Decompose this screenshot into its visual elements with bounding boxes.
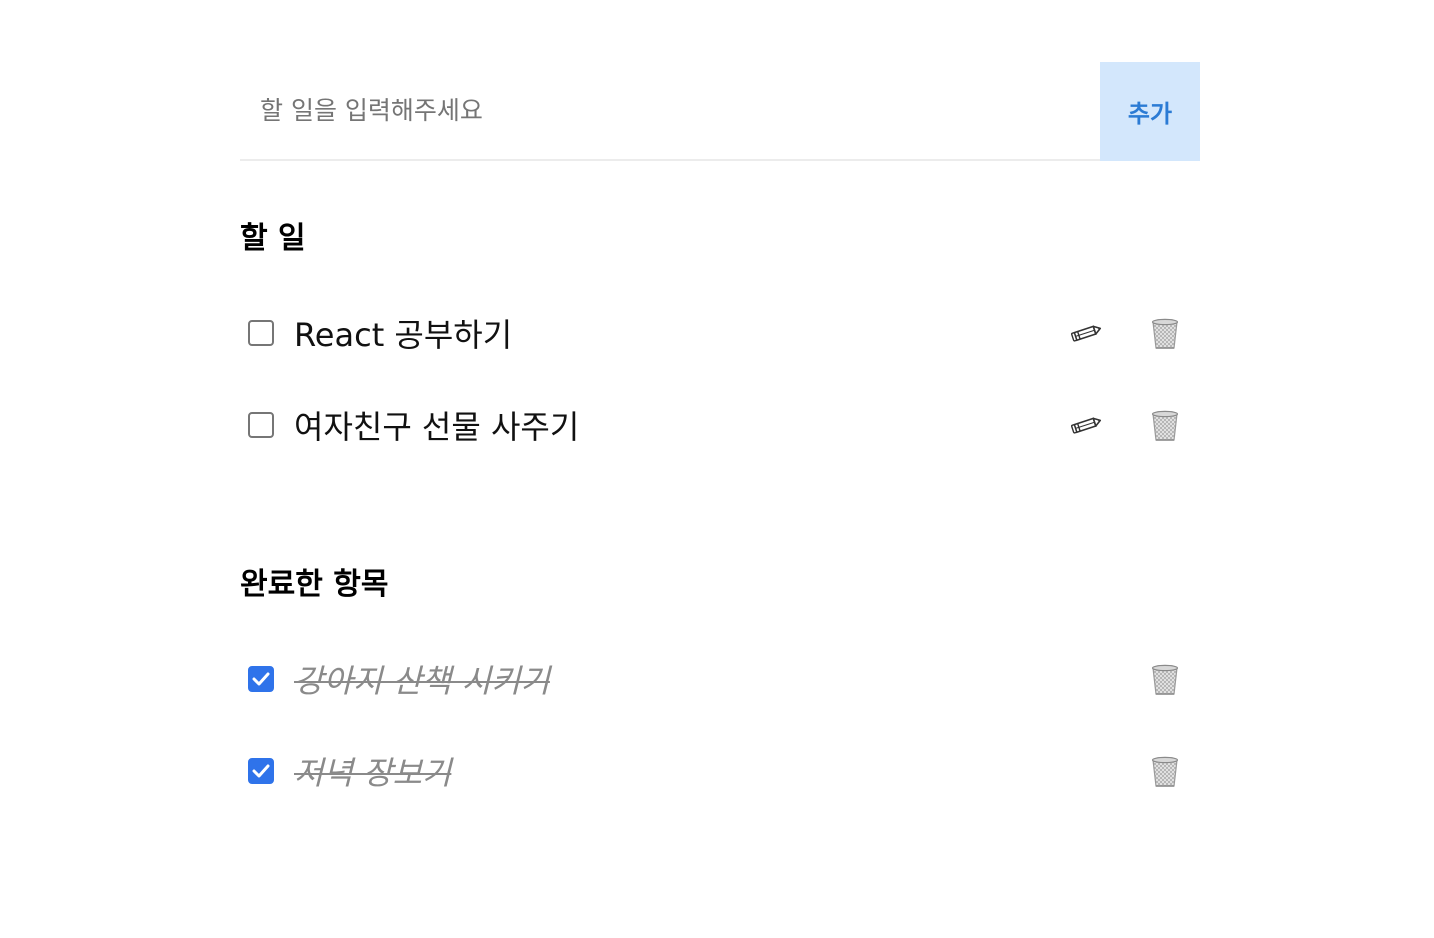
done-item-text: 강아지 산책 시키기 [294, 662, 550, 700]
done-checkbox[interactable] [248, 758, 274, 784]
done-section-heading: 완료한 항목 [240, 567, 389, 602]
checkmark-icon [252, 672, 270, 686]
trash-icon[interactable] [1149, 408, 1181, 442]
todo-item-text: 여자친구 선물 사주기 [294, 408, 580, 446]
todo-checkbox[interactable] [248, 320, 274, 346]
add-todo-form: 추가 [240, 62, 1200, 161]
add-button[interactable]: 추가 [1100, 62, 1200, 161]
done-list: 강아지 산책 시키기 저녁 장보기 [240, 633, 1200, 817]
pencil-icon[interactable] [1070, 317, 1102, 349]
done-item-text: 저녁 장보기 [294, 754, 452, 792]
todo-checkbox[interactable] [248, 412, 274, 438]
todo-item: React 공부하기 [240, 287, 1200, 379]
todo-item: 여자친구 선물 사주기 [240, 379, 1200, 471]
pencil-icon[interactable] [1070, 409, 1102, 441]
done-item: 강아지 산책 시키기 [240, 633, 1200, 725]
todo-app: 추가 할 일 React 공부하기 [240, 62, 1200, 817]
done-checkbox[interactable] [248, 666, 274, 692]
todo-list: React 공부하기 여자친구 선물 사주기 [240, 287, 1200, 471]
trash-icon[interactable] [1149, 662, 1181, 696]
done-item: 저녁 장보기 [240, 725, 1200, 817]
checkmark-icon [252, 764, 270, 778]
todo-input[interactable] [240, 62, 1100, 159]
todo-item-text: React 공부하기 [294, 316, 513, 354]
trash-icon[interactable] [1149, 316, 1181, 350]
trash-icon[interactable] [1149, 754, 1181, 788]
todo-section-heading: 할 일 [240, 221, 306, 256]
